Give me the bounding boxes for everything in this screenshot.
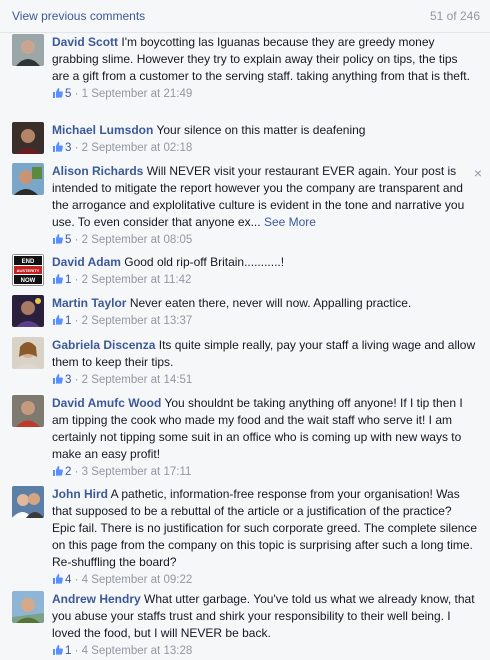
thumbs-up-icon (52, 644, 63, 655)
thumbs-up-icon (52, 273, 63, 284)
comment-text: Michael Lumsdon Your silence on this mat… (52, 122, 478, 139)
view-previous-comments-link[interactable]: View previous comments (12, 9, 145, 23)
thumbs-up-icon (52, 373, 63, 384)
close-icon[interactable]: × (474, 165, 482, 181)
comment-meta: 5 · 2 September at 08:05 (52, 232, 468, 248)
comment-count: 51 of 246 (429, 9, 480, 23)
avatar[interactable] (12, 337, 44, 369)
comment-text: David Scott I'm boycotting las Iguanas b… (52, 34, 478, 85)
thumbs-up-icon (52, 233, 63, 244)
avatar[interactable] (12, 395, 44, 427)
commenter-name[interactable]: Michael Lumsdon (52, 123, 153, 137)
comment-meta: 1 · 2 September at 11:42 (52, 272, 478, 288)
comment-meta: 1 · 2 September at 13:37 (52, 313, 478, 329)
avatar[interactable] (12, 34, 44, 66)
commenter-name[interactable]: David Amufc Wood (52, 396, 161, 410)
comment-date[interactable]: · 4 September at 13:28 (71, 645, 193, 657)
comment-meta: 4 · 4 September at 09:22 (52, 572, 478, 588)
comment-meta: 5 · 1 September at 21:49 (52, 86, 478, 102)
comment-date[interactable]: · 2 September at 02:18 (71, 142, 193, 154)
avatar[interactable] (12, 591, 44, 623)
commenter-name[interactable]: Alison Richards (52, 164, 143, 178)
comment-text: John Hird A pathetic, information-free r… (52, 486, 478, 571)
thumbs-up-icon (52, 141, 63, 152)
comment-text: Andrew Hendry What utter garbage. You've… (52, 591, 478, 642)
thumbs-up-icon (52, 87, 63, 98)
comment-meta: 1 · 4 September at 13:28 (52, 643, 478, 659)
comment-message: A pathetic, information-free response fr… (52, 487, 478, 569)
commenter-name[interactable]: David Adam (52, 255, 121, 269)
avatar[interactable] (12, 486, 44, 518)
avatar-badge-line-1: END (22, 259, 35, 265)
avatar[interactable]: END AUSTERITY NOW (12, 254, 44, 286)
comment-text: Martin Taylor Never eaten there, never w… (52, 295, 478, 312)
thumbs-up-icon (52, 465, 63, 476)
comment-meta: 3 · 2 September at 02:18 (52, 140, 478, 156)
comment-date[interactable]: · 2 September at 08:05 (71, 234, 193, 246)
comment-meta: 3 · 2 September at 14:51 (52, 372, 478, 388)
comment-date[interactable]: · 2 September at 13:37 (71, 315, 193, 327)
comment-text: Gabriela Discenza Its quite simple reall… (52, 337, 478, 371)
commenter-name[interactable]: Gabriela Discenza (52, 338, 155, 352)
avatar-badge-line-2: AUSTERITY (17, 268, 40, 273)
comment-date[interactable]: · 4 September at 09:22 (71, 574, 193, 586)
comment-date[interactable]: · 2 September at 11:42 (71, 274, 192, 286)
thumbs-up-icon (52, 314, 63, 325)
comment-text: David Amufc Wood You shouldnt be taking … (52, 395, 478, 463)
comment-date[interactable]: · 1 September at 21:49 (71, 88, 193, 100)
comment-message: Your silence on this matter is deafening (156, 123, 366, 137)
comment-date[interactable]: · 3 September at 17:11 (71, 466, 192, 478)
comment-text: Alison Richards Will NEVER visit your re… (52, 163, 468, 231)
avatar[interactable] (12, 295, 44, 327)
comment-text: David Adam Good old rip-off Britain.....… (52, 254, 478, 271)
comment-message: Never eaten there, never will now. Appal… (129, 296, 412, 310)
thumbs-up-icon (52, 573, 63, 584)
comment-message: Good old rip-off Britain...........! (124, 255, 285, 269)
see-more-link[interactable]: See More (264, 215, 316, 229)
commenter-name[interactable]: Andrew Hendry (52, 592, 141, 606)
commenter-name[interactable]: David Scott (52, 35, 118, 49)
comments-header: View previous comments 51 of 246 (0, 0, 490, 33)
commenter-name[interactable]: Martin Taylor (52, 296, 126, 310)
avatar[interactable] (12, 163, 44, 195)
comment-meta: 2 · 3 September at 17:11 (52, 464, 478, 480)
commenter-name[interactable]: John Hird (52, 487, 108, 501)
comment-date[interactable]: · 2 September at 14:51 (71, 374, 193, 386)
avatar-badge-line-3: NOW (21, 278, 36, 284)
avatar[interactable] (12, 122, 44, 154)
